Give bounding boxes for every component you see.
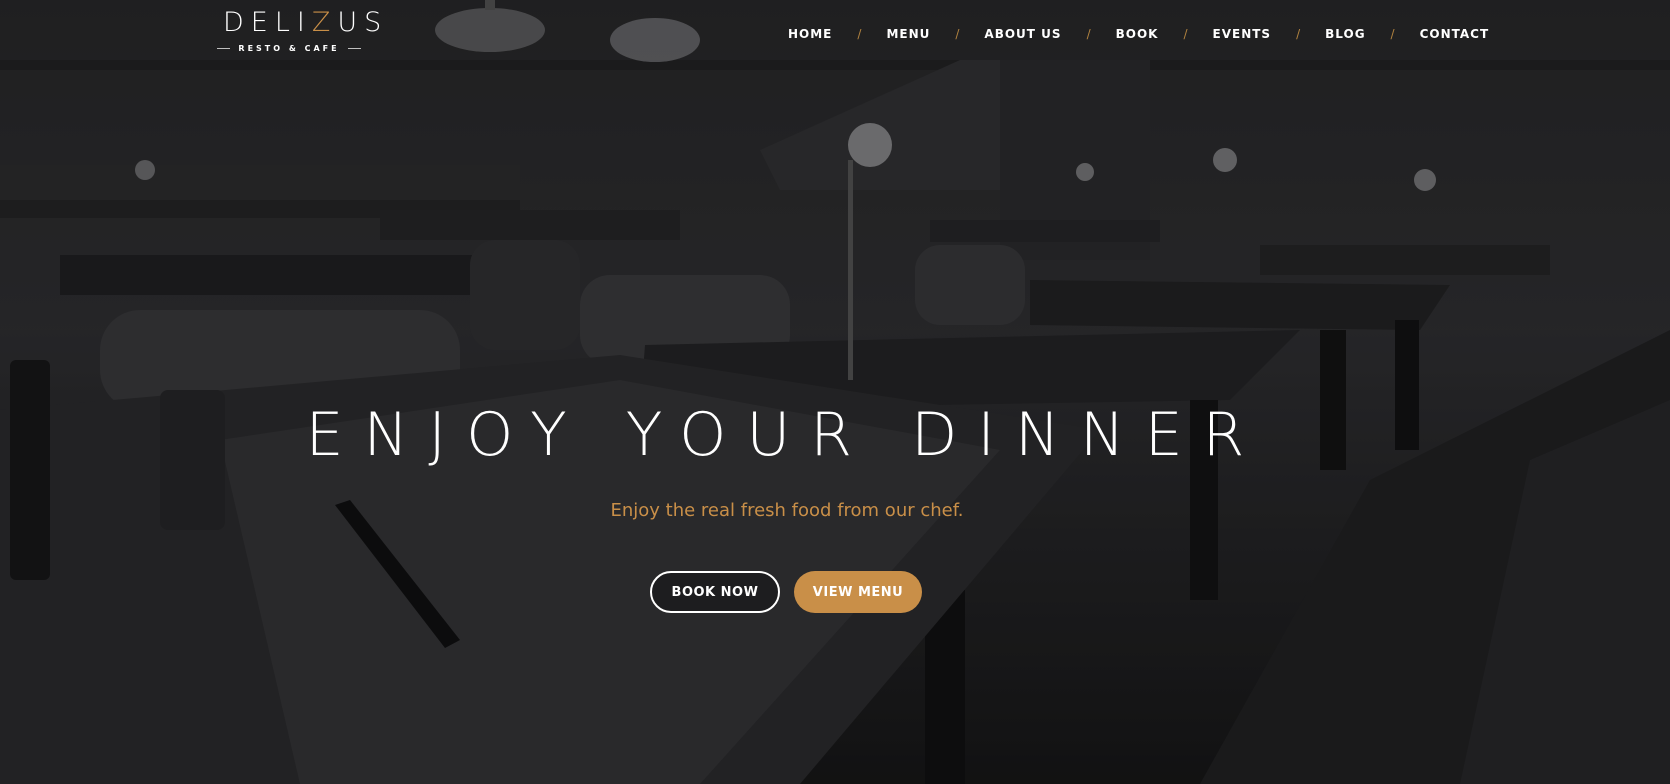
nav-separator: / bbox=[1183, 27, 1188, 41]
hero-section: DELIZUS RESTO & CAFE HOME / MENU / ABOUT… bbox=[0, 0, 1670, 784]
logo-subtitle: RESTO & CAFE bbox=[217, 44, 361, 53]
nav-item-events[interactable]: EVENTS bbox=[1213, 27, 1272, 41]
main-nav: HOME / MENU / ABOUT US / BOOK / EVENTS /… bbox=[788, 25, 1489, 43]
dark-overlay bbox=[0, 0, 1670, 784]
nav-item-menu[interactable]: MENU bbox=[886, 27, 930, 41]
hero-headline: ENJOY YOUR DINNER bbox=[305, 400, 1265, 470]
nav-item-book[interactable]: BOOK bbox=[1116, 27, 1159, 41]
nav-item-about-us[interactable]: ABOUT US bbox=[984, 27, 1061, 41]
hero-tagline: Enjoy the real fresh food from our chef. bbox=[610, 500, 964, 521]
book-now-button[interactable]: BOOK NOW bbox=[650, 571, 780, 613]
nav-separator: / bbox=[857, 27, 862, 41]
nav-separator: / bbox=[955, 27, 960, 41]
view-menu-button[interactable]: VIEW MENU bbox=[794, 571, 922, 613]
logo-accent-letter: Z bbox=[311, 7, 338, 38]
logo-wordmark: DELIZUS bbox=[223, 7, 389, 38]
nav-separator: / bbox=[1390, 27, 1395, 41]
nav-item-home[interactable]: HOME bbox=[788, 27, 832, 41]
nav-item-blog[interactable]: BLOG bbox=[1325, 27, 1365, 41]
nav-item-contact[interactable]: CONTACT bbox=[1420, 27, 1490, 41]
logo-divider-right bbox=[347, 48, 361, 49]
nav-separator: / bbox=[1086, 27, 1091, 41]
logo-divider-left bbox=[217, 48, 231, 49]
nav-separator: / bbox=[1296, 27, 1301, 41]
brand-logo[interactable]: DELIZUS RESTO & CAFE bbox=[217, 7, 389, 53]
